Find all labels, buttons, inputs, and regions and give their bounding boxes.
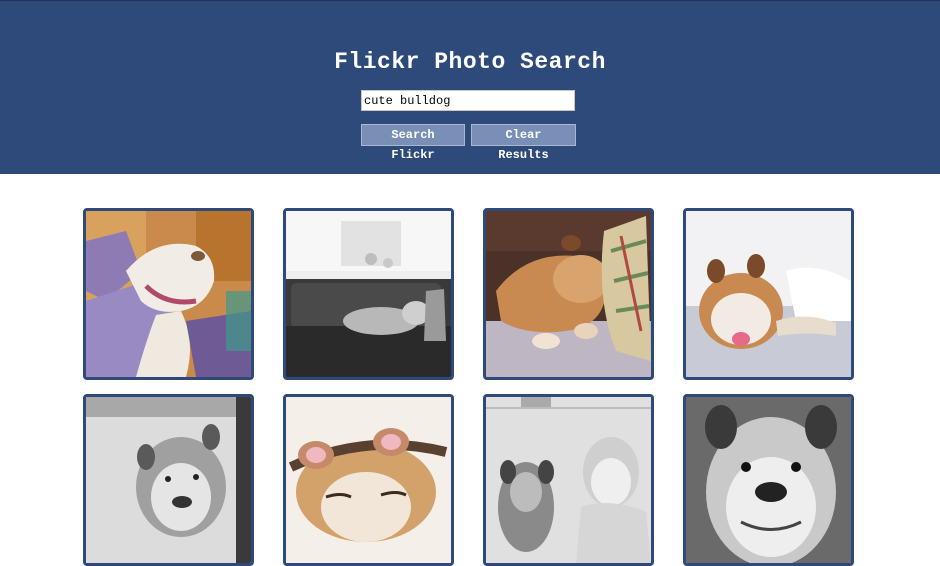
result-photo-2[interactable] [283, 208, 454, 380]
page-title: Flickr Photo Search [334, 49, 606, 75]
bulldog-face-closeup-bw-image [686, 397, 851, 563]
search-header: Flickr Photo Search Search Flickr Clear … [0, 0, 940, 174]
result-photo-6[interactable] [283, 394, 454, 566]
result-photo-5[interactable] [83, 394, 254, 566]
bulldog-on-gray-sofa-bw-image [286, 211, 451, 377]
result-photo-7[interactable] [483, 394, 654, 566]
clear-results-button[interactable]: Clear Results [471, 124, 576, 162]
bulldog-portrait-bw-image [86, 397, 251, 563]
result-photo-4[interactable] [683, 208, 854, 380]
bulldog-sleeping-on-pillow-image [486, 211, 651, 377]
bulldog-with-ear-headband-image [286, 397, 451, 563]
result-photo-1[interactable] [83, 208, 254, 380]
bulldog-with-child-bw-image [486, 397, 651, 563]
bulldog-lying-on-couch-image [686, 211, 851, 377]
search-input[interactable] [361, 90, 575, 111]
result-photo-3[interactable] [483, 208, 654, 380]
result-photo-8[interactable] [683, 394, 854, 566]
bulldog-watercolor-painting-image [86, 211, 251, 377]
search-flickr-button[interactable]: Search Flickr [361, 124, 465, 162]
